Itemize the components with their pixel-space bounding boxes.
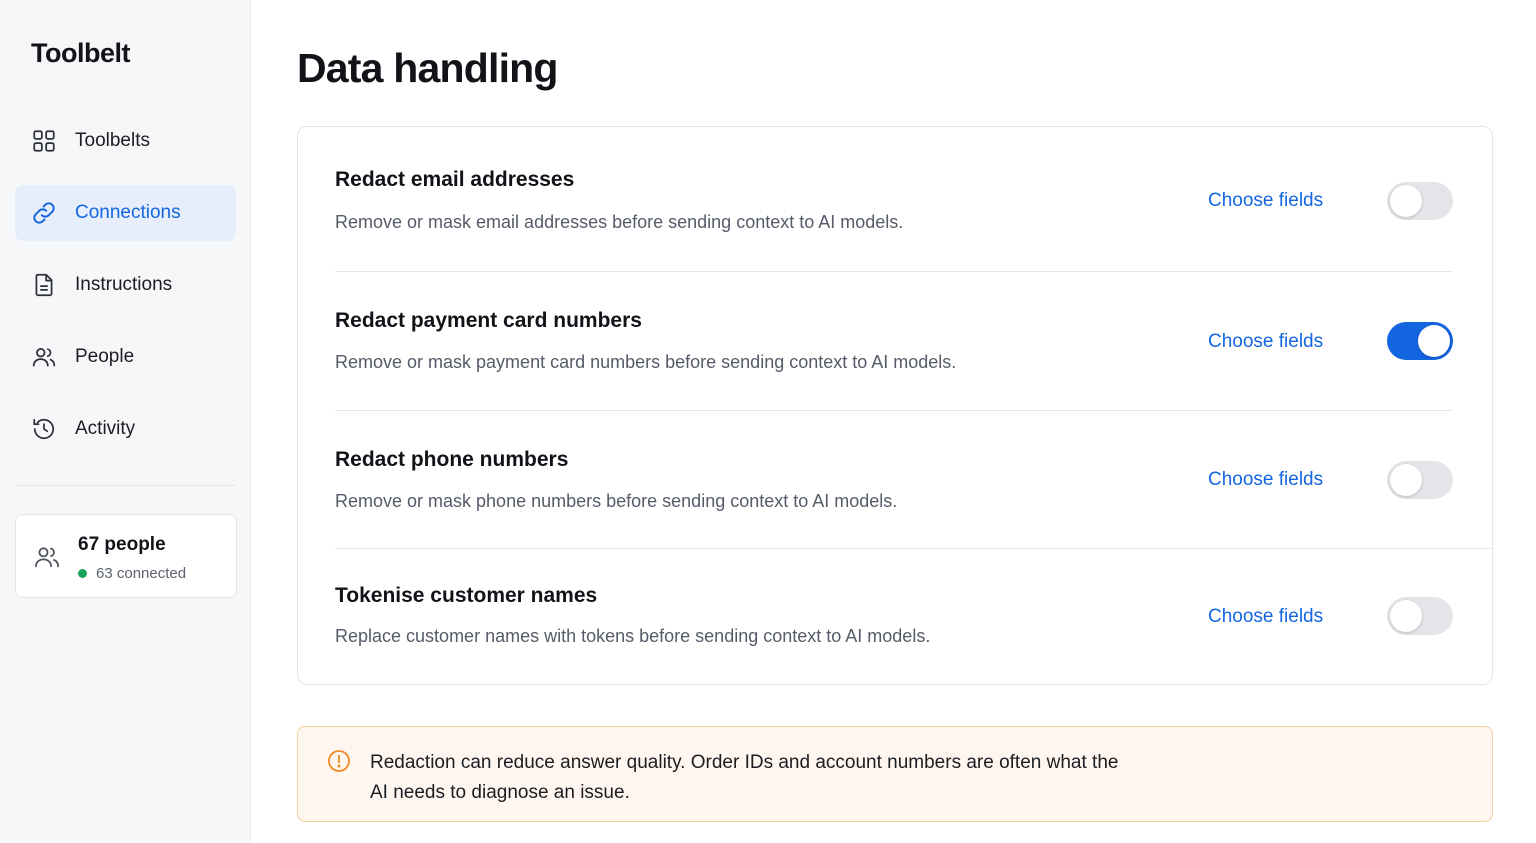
row-divider [335, 271, 1453, 272]
history-icon [31, 416, 57, 442]
sidebar-item-people[interactable]: People [15, 329, 236, 385]
page-title: Data handling [297, 45, 558, 91]
choose-fields-link[interactable]: Choose fields [1208, 331, 1323, 353]
sidebar-item-label: Toolbelts [75, 130, 150, 151]
settings-card: Redact email addresses Remove or mask em… [297, 126, 1493, 685]
sidebar-item-connections[interactable]: Connections [15, 185, 236, 241]
toggle-knob [1390, 185, 1422, 217]
people-icon [33, 543, 61, 571]
setting-description: Remove or mask phone numbers before send… [335, 491, 898, 511]
setting-title: Redact payment card numbers [335, 309, 642, 332]
grid-icon [31, 128, 57, 154]
connected-status: 63 connected [78, 565, 186, 582]
people-icon [31, 344, 57, 370]
sidebar-item-label: Connections [75, 202, 181, 223]
setting-description: Replace customer names with tokens befor… [335, 626, 931, 646]
toggle-knob [1390, 600, 1422, 632]
status-dot [78, 569, 87, 578]
toggle-knob [1390, 464, 1422, 496]
sidebar-item-label: People [75, 346, 135, 367]
sidebar-item-toolbelts[interactable]: Toolbelts [15, 113, 236, 169]
sidebar: Toolbelt Toolbelts Connections Instructi… [0, 0, 251, 843]
document-icon [31, 272, 57, 298]
row-divider [335, 410, 1453, 411]
setting-title: Redact phone numbers [335, 448, 569, 471]
people-summary-card[interactable]: 67 people 63 connected [15, 514, 237, 598]
setting-description: Remove or mask payment card numbers befo… [335, 352, 957, 372]
choose-fields-link[interactable]: Choose fields [1208, 190, 1323, 212]
redact-card-toggle[interactable] [1387, 322, 1453, 360]
redact-phone-toggle[interactable] [1387, 461, 1453, 499]
sidebar-item-activity[interactable]: Activity [15, 401, 236, 457]
alert-circle-icon [327, 749, 351, 773]
redact-email-toggle[interactable] [1387, 182, 1453, 220]
sidebar-item-instructions[interactable]: Instructions [15, 257, 236, 313]
connected-count: 63 connected [96, 565, 187, 582]
brand-logo[interactable]: Toolbelt [31, 38, 130, 69]
choose-fields-link[interactable]: Choose fields [1208, 469, 1323, 491]
tokenise-names-toggle[interactable] [1387, 597, 1453, 635]
people-count: 67 people [78, 534, 166, 555]
setting-title: Redact email addresses [335, 168, 575, 191]
sidebar-divider [15, 485, 236, 486]
sidebar-item-label: Activity [75, 418, 136, 439]
choose-fields-link[interactable]: Choose fields [1208, 606, 1323, 628]
setting-title: Tokenise customer names [335, 584, 598, 607]
warning-text: Redaction can reduce answer quality. Ord… [370, 752, 1119, 803]
sidebar-item-label: Instructions [75, 274, 173, 295]
toggle-knob [1418, 325, 1450, 357]
link-icon [31, 200, 57, 226]
sidebar-nav: Toolbelts Connections Instructions Peopl… [15, 113, 236, 473]
setting-description: Remove or mask email addresses before se… [335, 212, 904, 232]
row-divider [335, 548, 1493, 549]
warning-banner: Redaction can reduce answer quality. Ord… [297, 726, 1493, 822]
